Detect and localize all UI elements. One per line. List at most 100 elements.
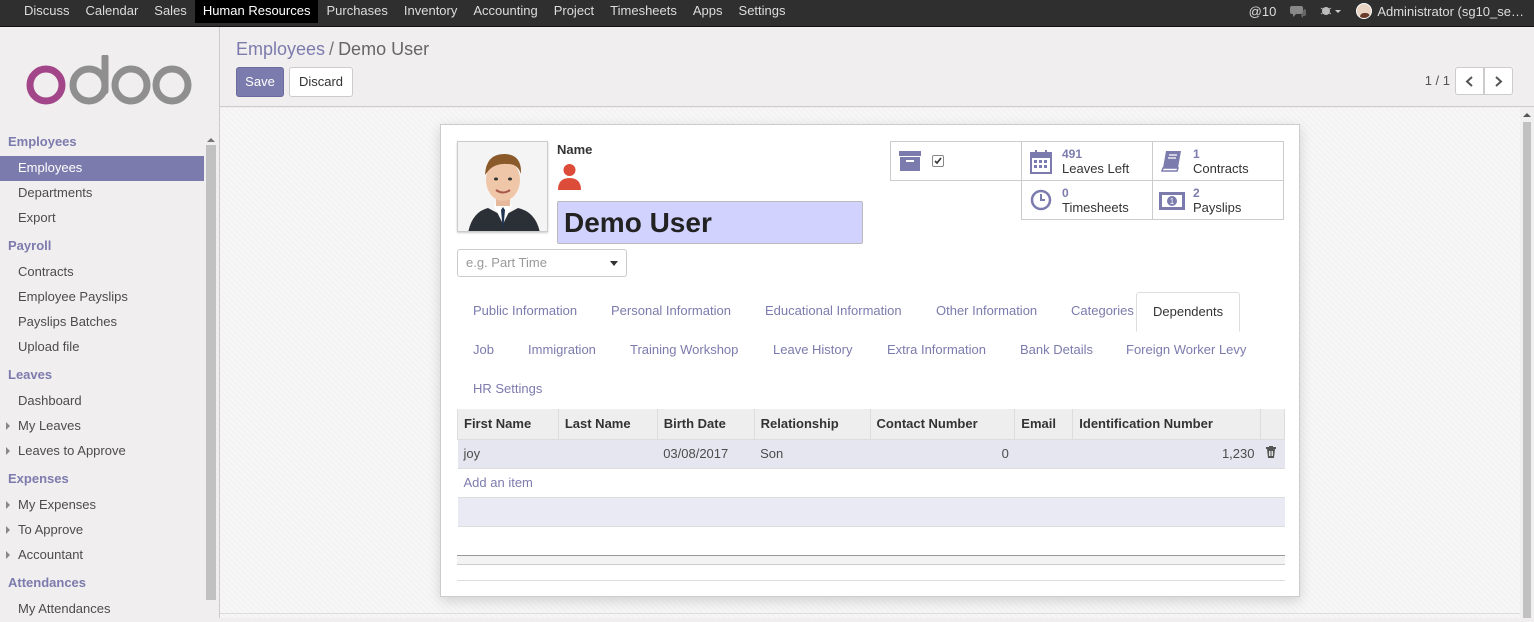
sidebar-item-departments[interactable]: Departments: [0, 181, 204, 206]
user-menu[interactable]: Administrator (sg10_se…: [1356, 3, 1524, 19]
timesheets-count: 0: [1062, 186, 1069, 200]
top-menu-item-settings[interactable]: Settings: [731, 0, 794, 22]
sidebar-item-label: Employees: [18, 160, 83, 175]
column-header[interactable]: Birth Date: [656, 409, 755, 440]
tab-training-workshop[interactable]: Training Workshop: [614, 331, 754, 371]
column-header[interactable]: Contact Number: [869, 409, 1016, 440]
payslips-button[interactable]: 1 2 Payslips: [1152, 180, 1284, 220]
save-button[interactable]: Save: [236, 67, 284, 97]
tab-personal-information[interactable]: Personal Information: [595, 292, 747, 332]
pager-previous-button[interactable]: [1455, 67, 1484, 95]
systray: @10 Administrator (sg10_se…: [1235, 0, 1524, 22]
odoo-logo: [26, 55, 192, 105]
top-menu-item-purchases[interactable]: Purchases: [318, 0, 395, 22]
top-menu-item-calendar[interactable]: Calendar: [78, 0, 147, 22]
top-menu-item-sales[interactable]: Sales: [146, 0, 195, 22]
table-row[interactable]: joy 03/08/2017 Son 0 1,230: [457, 438, 1285, 469]
sidebar-section-employees[interactable]: Employees: [0, 131, 204, 156]
content-scrollbar[interactable]: [1520, 108, 1534, 618]
mentions-counter[interactable]: @10: [1249, 4, 1277, 19]
top-menu-item-apps[interactable]: Apps: [685, 0, 731, 22]
sidebar-section-attendances[interactable]: Attendances: [0, 572, 204, 597]
add-item-link[interactable]: Add an item: [464, 475, 533, 490]
cell-first-name[interactable]: joy: [457, 438, 559, 469]
employee-name-input[interactable]: Demo User: [557, 201, 863, 244]
sidebar-item-label: My Leaves: [18, 418, 81, 433]
caret-right-icon: [6, 447, 10, 455]
cell-relationship[interactable]: Son: [754, 438, 871, 469]
sidebar-item-my-attendances[interactable]: My Attendances: [0, 597, 204, 622]
tab-dependents[interactable]: Dependents: [1136, 292, 1241, 332]
cell-last-name[interactable]: [558, 438, 658, 469]
top-menu-item-inventory[interactable]: Inventory: [396, 0, 465, 22]
caret-right-icon: [6, 422, 10, 430]
column-header[interactable]: Email: [1014, 409, 1074, 440]
sidebar-item-label: Leaves to Approve: [18, 443, 126, 458]
sidebar-section-leaves[interactable]: Leaves: [0, 364, 204, 389]
pager-next-button[interactable]: [1484, 67, 1513, 95]
tab-extra-information[interactable]: Extra Information: [871, 331, 1002, 371]
book-icon: [1161, 151, 1181, 172]
sidebar-item-contracts[interactable]: Contracts: [0, 260, 204, 285]
tab-immigration[interactable]: Immigration: [512, 331, 612, 371]
discard-button[interactable]: Discard: [289, 67, 353, 97]
top-menu-item-discuss[interactable]: Discuss: [16, 0, 78, 22]
column-header[interactable]: Relationship: [753, 409, 871, 440]
sidebar-item-payslips-batches[interactable]: Payslips Batches: [0, 310, 204, 335]
sidebar-item-leaves-to-approve[interactable]: Leaves to Approve: [0, 439, 204, 464]
trash-icon[interactable]: [1266, 446, 1277, 458]
top-menu-item-accounting[interactable]: Accounting: [465, 0, 545, 22]
sidebar-item-dashboard[interactable]: Dashboard: [0, 389, 204, 414]
top-menu-item-human-resources[interactable]: Human Resources: [194, 0, 319, 23]
cell-identification-number[interactable]: 1,230: [1072, 438, 1261, 469]
sidebar-item-label: My Expenses: [18, 497, 97, 512]
active-toggle-button[interactable]: [890, 141, 1022, 181]
top-menu-item-project[interactable]: Project: [546, 0, 602, 22]
tab-job[interactable]: Job: [457, 331, 510, 371]
cell-birth-date[interactable]: 03/08/2017: [657, 438, 755, 469]
cell-email[interactable]: [1014, 438, 1073, 469]
sidebar-item-label: Payslips Batches: [18, 314, 117, 329]
sidebar-item-label: Dashboard: [18, 393, 82, 408]
sidebar-item-export[interactable]: Export: [0, 206, 204, 231]
column-header[interactable]: Last Name: [557, 409, 658, 440]
column-header[interactable]: First Name: [457, 409, 559, 440]
sidebar-item-accountant[interactable]: Accountant: [0, 543, 204, 568]
category-select[interactable]: e.g. Part Time: [457, 249, 627, 277]
sidebar-item-my-expenses[interactable]: My Expenses: [0, 493, 204, 518]
cell-contact-number[interactable]: 0: [870, 438, 1015, 469]
tab-public-information[interactable]: Public Information: [457, 292, 593, 332]
tab-educational-information[interactable]: Educational Information: [749, 292, 918, 332]
column-header[interactable]: Identification Number: [1072, 409, 1261, 440]
tab-row: Public Information Personal Information Ed…: [457, 292, 1285, 332]
top-menu-item-timesheets[interactable]: Timesheets: [602, 0, 685, 22]
tab-other-information[interactable]: Other Information: [920, 292, 1053, 332]
sidebar-section-payroll[interactable]: Payroll: [0, 235, 204, 260]
tab-bank-details[interactable]: Bank Details: [1004, 331, 1109, 371]
user-name: Administrator (sg10_se…: [1377, 3, 1524, 19]
contracts-button[interactable]: 1 Contracts: [1152, 141, 1284, 181]
employee-photo[interactable]: [457, 141, 548, 232]
sidebar-item-label: Upload file: [18, 339, 80, 354]
sidebar-item-upload-file[interactable]: Upload file: [0, 335, 204, 360]
active-checkbox[interactable]: [932, 155, 944, 167]
chat-icon[interactable]: [1290, 5, 1307, 18]
sidebar-item-employees[interactable]: Employees: [0, 156, 204, 181]
sidebar-scrollbar[interactable]: [205, 135, 217, 618]
payslips-count: 2: [1193, 186, 1200, 200]
tab-foreign-worker-levy[interactable]: Foreign Worker Levy: [1110, 331, 1262, 371]
sidebar-menu: Employees Employees Departments Export Payro…: [0, 131, 204, 622]
divider: [457, 580, 1285, 581]
leaves-left-button[interactable]: 491 Leaves Left: [1021, 141, 1153, 181]
breadcrumb-employees[interactable]: Employees: [236, 39, 325, 59]
debug-bug-icon[interactable]: [1320, 5, 1342, 17]
tab-leave-history[interactable]: Leave History: [757, 331, 868, 371]
empty-row: [458, 526, 1285, 555]
sidebar-item-employee-payslips[interactable]: Employee Payslips: [0, 285, 204, 310]
tab-hr-settings[interactable]: HR Settings: [457, 370, 558, 410]
sidebar-item-my-leaves[interactable]: My Leaves: [0, 414, 204, 439]
sidebar-item-to-approve[interactable]: To Approve: [0, 518, 204, 543]
timesheets-button[interactable]: 0 Timesheets: [1021, 180, 1153, 220]
sidebar-section-expenses[interactable]: Expenses: [0, 468, 204, 493]
top-menu-bar: Discuss Calendar Sales Human Resources Purch…: [0, 0, 1534, 27]
